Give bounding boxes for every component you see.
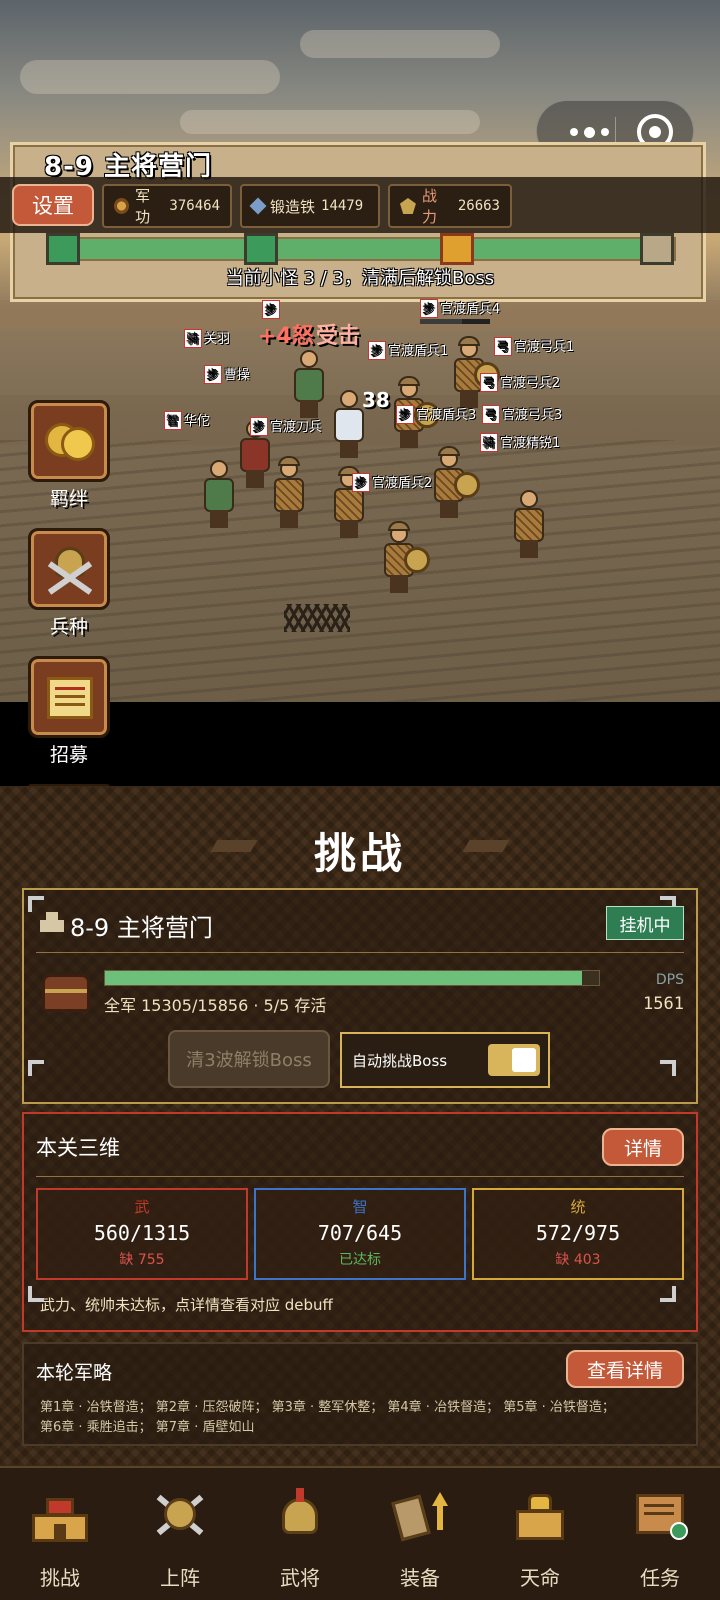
boss-node <box>640 233 674 265</box>
unit-tag: 步官渡刀兵 <box>250 416 322 436</box>
stage-card-title: 8-9 主将营门 <box>70 914 213 942</box>
recruit-button[interactable] <box>28 656 110 738</box>
auto-boss-toggle[interactable] <box>488 1044 540 1076</box>
wave-node-2 <box>244 233 278 265</box>
stats-title: 本关三维 <box>36 1136 120 1160</box>
unit-tag: 步曹操 <box>204 364 250 384</box>
castle-icon <box>32 1488 88 1542</box>
camp-icon <box>40 912 64 932</box>
unit-tag: 步官渡盾兵2 <box>352 472 432 492</box>
afk-status-badge: 挂机中 <box>606 906 684 940</box>
nav-deploy[interactable]: 上阵 <box>120 1468 240 1600</box>
troop-type-icon <box>41 541 97 597</box>
destiny-box-icon <box>512 1488 568 1542</box>
unit-tag: 步官渡盾兵1 <box>368 340 448 360</box>
nav-equipment[interactable]: 装备 <box>360 1468 480 1600</box>
settings-button[interactable]: 设置 <box>12 184 94 226</box>
nav-destiny[interactable]: 天命 <box>480 1468 600 1600</box>
military-merit-icon <box>114 198 130 214</box>
helmet-icon <box>272 1488 328 1542</box>
dps-value: 1561 <box>643 994 684 1014</box>
resource-military-merit: 军功 376464 <box>102 184 232 228</box>
resource-combat-power: 战力 26663 <box>388 184 512 228</box>
unit-tag: 智华佗 <box>164 410 210 430</box>
equipment-upgrade-icon <box>391 1488 448 1542</box>
bottom-nav: 挑战 上阵 武将 装备 天命 任务 <box>0 1466 720 1600</box>
unlock-boss-button[interactable]: 清3波解锁Boss <box>168 1030 330 1088</box>
enemy-soldier <box>380 521 430 595</box>
strategy-line-1: 第1章 · 冶铁督造； 第2章 · 压怨破阵； 第3章 · 整军休整； 第4章 … <box>40 1400 615 1415</box>
nav-challenge[interactable]: 挑战 <box>0 1468 120 1600</box>
unit-tag: 骑关羽 <box>184 328 230 348</box>
crossed-swords-shield-icon <box>152 1488 208 1542</box>
wave-progress-fill <box>46 239 672 259</box>
stats-note: 武力、统帅未达标，点详情查看对应 debuff <box>40 1296 333 1314</box>
bond-button[interactable] <box>28 400 110 482</box>
dps-label: DPS <box>655 972 684 988</box>
strategy-title: 本轮军略 <box>36 1362 113 1384</box>
strategy-line-2: 第6章 · 乘胜追击； 第7章 · 盾壁如山 <box>40 1420 255 1435</box>
resource-forged-iron: 锻造铁 14479 <box>240 184 380 228</box>
combat-power-icon <box>400 198 416 214</box>
unit-tag: 步官渡盾兵3 <box>396 404 476 424</box>
auto-boss-label: 自动挑战Boss <box>352 1052 448 1070</box>
panel-title: 挑战 <box>313 829 406 878</box>
recruit-scroll-icon <box>41 669 97 725</box>
recruit-label: 招募 <box>49 744 88 766</box>
enemy-elite <box>510 490 548 560</box>
unit-tag: 弓官渡弓兵3 <box>482 404 562 424</box>
hero-guanyu <box>290 350 328 420</box>
rage-floater: +4怒 <box>258 324 314 349</box>
treasure-chest-icon[interactable] <box>42 974 90 1012</box>
wave-node-3 <box>440 233 474 265</box>
wave-status: 当前小怪 3 / 3，清满后解锁Boss <box>225 268 495 289</box>
caltrops <box>284 604 350 632</box>
unit-tag: 步 <box>262 300 282 319</box>
unit-tag: 步官渡盾兵4 <box>420 298 500 324</box>
damage-number: 38 <box>362 388 390 412</box>
quest-board-icon <box>632 1488 688 1542</box>
army-hp-fill <box>105 971 582 985</box>
strategy-detail-button[interactable]: 查看详情 <box>566 1350 684 1388</box>
unit-tag: 骑官渡精锐1 <box>480 432 560 452</box>
forged-iron-icon <box>249 197 267 215</box>
enemy-soldier <box>430 446 480 520</box>
unit-tag: 弓官渡弓兵1 <box>494 336 574 356</box>
bond-coins-icon <box>41 413 97 469</box>
wave-node-1 <box>46 233 80 265</box>
army-hp-text: 全军 15305/15856 · 5/5 存活 <box>104 996 327 1015</box>
stat-intelligence: 智 707/645 已达标 <box>254 1188 466 1280</box>
nav-generals[interactable]: 武将 <box>240 1468 360 1600</box>
bond-label: 羁绊 <box>49 488 88 510</box>
stats-detail-button[interactable]: 详情 <box>602 1128 684 1166</box>
troop-type-label: 兵种 <box>49 616 88 638</box>
hero-huatuo <box>200 460 238 530</box>
hit-floater: 受击 <box>316 324 361 349</box>
enemy-soldier <box>270 456 308 530</box>
nav-quests[interactable]: 任务 <box>600 1468 720 1600</box>
troop-type-button[interactable] <box>28 528 110 610</box>
stat-force: 武 560/1315 缺 755 <box>36 1188 248 1280</box>
stat-command: 统 572/975 缺 403 <box>472 1188 684 1280</box>
unit-tag: 弓官渡弓兵2 <box>480 372 560 392</box>
